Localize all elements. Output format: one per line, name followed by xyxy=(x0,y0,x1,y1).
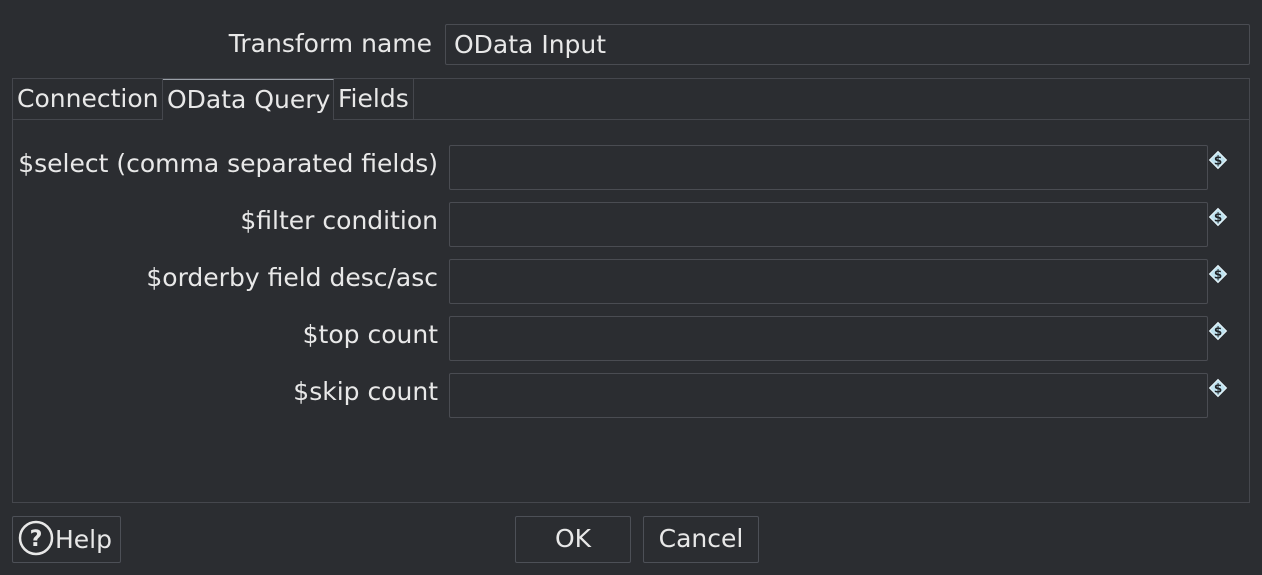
help-button[interactable]: ? Help xyxy=(12,516,121,563)
svg-text:?: ? xyxy=(30,527,43,552)
orderby-label: $orderby field desc/asc xyxy=(146,263,438,292)
tab-strip: Connection OData Query Fields xyxy=(13,79,1249,120)
svg-text:$: $ xyxy=(1214,382,1222,396)
top-label: $top count xyxy=(302,320,438,349)
dollar-diamond-icon[interactable]: $ xyxy=(1208,321,1228,341)
help-button-label: Help xyxy=(55,525,112,554)
cancel-button[interactable]: Cancel xyxy=(643,516,759,563)
question-circle-icon: ? xyxy=(18,520,54,556)
select-input[interactable] xyxy=(449,145,1208,190)
svg-text:$: $ xyxy=(1214,325,1222,339)
dollar-diamond-icon[interactable]: $ xyxy=(1208,378,1228,398)
dollar-diamond-icon[interactable]: $ xyxy=(1208,207,1228,227)
select-label: $select (comma separated fields) xyxy=(18,149,438,178)
tab-connection[interactable]: Connection xyxy=(13,79,163,119)
svg-text:$: $ xyxy=(1214,211,1222,225)
odata-input-dialog: Transform name Connection OData Query Fi… xyxy=(0,0,1262,575)
dollar-diamond-icon[interactable]: $ xyxy=(1208,264,1228,284)
svg-text:$: $ xyxy=(1214,268,1222,282)
transform-name-input[interactable] xyxy=(445,24,1250,65)
transform-name-label: Transform name xyxy=(228,29,432,58)
top-input[interactable] xyxy=(449,316,1208,361)
dollar-diamond-icon[interactable]: $ xyxy=(1208,150,1228,170)
svg-text:$: $ xyxy=(1214,154,1222,168)
orderby-input[interactable] xyxy=(449,259,1208,304)
filter-label: $filter condition xyxy=(240,206,438,235)
filter-input[interactable] xyxy=(449,202,1208,247)
skip-input[interactable] xyxy=(449,373,1208,418)
ok-button[interactable]: OK xyxy=(515,516,631,563)
tab-fields[interactable]: Fields xyxy=(334,79,414,119)
tab-odata-query[interactable]: OData Query xyxy=(163,79,334,120)
skip-label: $skip count xyxy=(293,377,438,406)
